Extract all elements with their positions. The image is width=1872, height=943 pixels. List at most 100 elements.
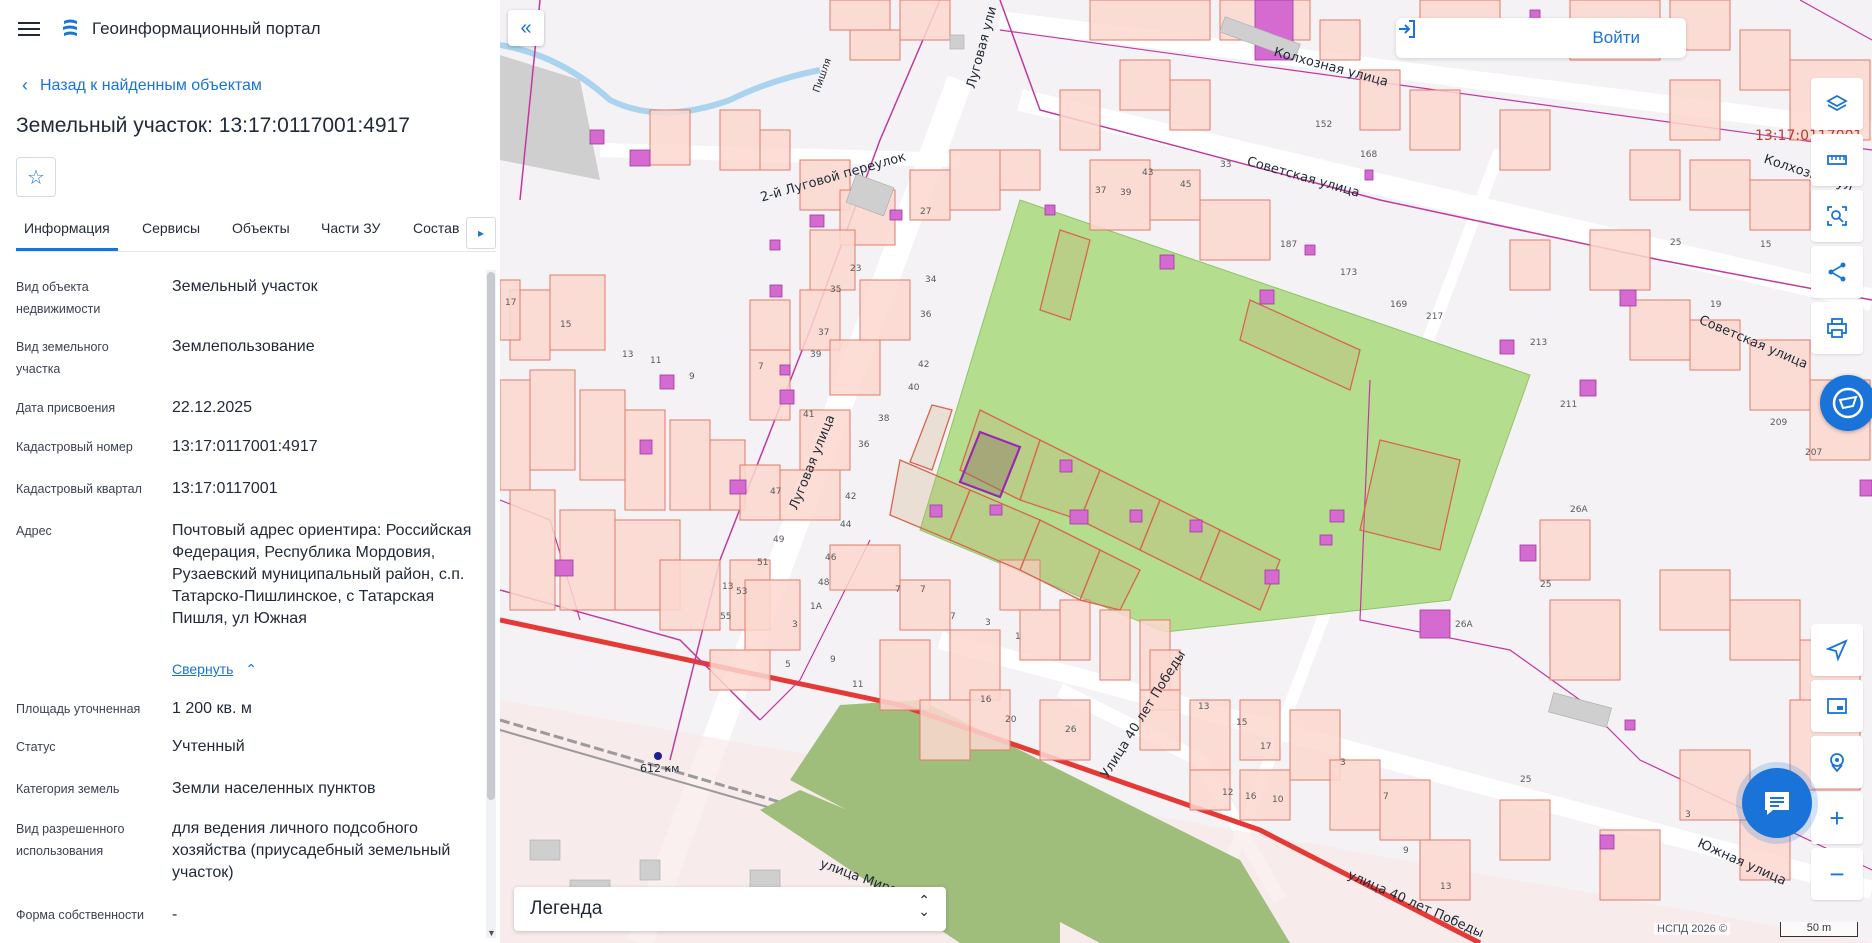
- layers-icon: [1826, 94, 1848, 112]
- minimap-button[interactable]: [1811, 680, 1863, 732]
- house-number: 3: [792, 620, 798, 630]
- print-button[interactable]: [1811, 302, 1863, 354]
- house-number: 173: [1340, 268, 1358, 278]
- chevron-left-icon: ‹: [22, 75, 28, 95]
- house-number: 26: [1065, 725, 1077, 735]
- tab-parts[interactable]: Части ЗУ: [321, 220, 380, 236]
- property-label: Вид объекта недвижимости: [16, 280, 101, 316]
- collapse-address-link[interactable]: Свернуть ⌃: [172, 658, 472, 680]
- house-number: 217: [1426, 312, 1444, 322]
- house-number: 16: [980, 695, 992, 705]
- chat-button[interactable]: [1742, 768, 1812, 838]
- house-number: 3: [1340, 758, 1346, 768]
- house-number: 25: [1670, 238, 1682, 248]
- house-number: 211: [1560, 400, 1578, 410]
- house-number: 9: [1403, 846, 1409, 856]
- legend-label: Легенда: [530, 898, 603, 919]
- back-link[interactable]: ‹ Назад к найденным объектам: [22, 75, 262, 96]
- map-canvas[interactable]: [500, 0, 1872, 943]
- house-number: 9: [830, 655, 836, 665]
- login-icon[interactable]: [1396, 18, 1418, 40]
- select-area-button[interactable]: [1811, 190, 1863, 242]
- share-icon: [1828, 262, 1846, 282]
- house-number: 39: [1120, 188, 1132, 198]
- house-number: 1А: [810, 602, 822, 612]
- house-number: 55: [720, 612, 732, 622]
- property-label: Вид земельного участка: [16, 340, 109, 376]
- house-number: 7: [950, 612, 956, 622]
- house-number: 48: [818, 578, 830, 588]
- house-number: 7: [895, 585, 901, 595]
- property-value: Земли населенных пунктов: [172, 780, 376, 797]
- zoom-out-button[interactable]: −: [1811, 848, 1863, 900]
- share-button[interactable]: [1811, 246, 1863, 298]
- house-number: 13: [722, 582, 734, 592]
- house-number: 7: [1383, 792, 1389, 802]
- portal-logo-icon: [63, 19, 77, 36]
- house-number: 15: [1236, 718, 1248, 728]
- tab-info[interactable]: Информация: [24, 220, 110, 236]
- login-button[interactable]: Войти: [1592, 28, 1640, 48]
- house-number: 1: [1015, 632, 1021, 642]
- collapse-link-label[interactable]: Свернуть: [172, 661, 233, 677]
- house-number: 36: [920, 310, 932, 320]
- tab-services[interactable]: Сервисы: [142, 220, 200, 236]
- plus-icon: +: [1829, 802, 1845, 833]
- chevron-up-icon: ⌃: [245, 661, 258, 677]
- tab-bar: Информация Сервисы Объекты Части ЗУ Сост…: [16, 213, 496, 252]
- tabs-scroll-right-button[interactable]: ▸: [466, 217, 496, 249]
- legend-button[interactable]: Легенда ⌃ ⌄: [514, 887, 946, 931]
- geolocation-button[interactable]: [1811, 624, 1863, 676]
- house-number: 25: [1520, 775, 1532, 785]
- tab-composition[interactable]: Состав: [413, 220, 459, 236]
- property-value: для ведения личного подсобного хозяйства…: [172, 820, 451, 881]
- measure-button[interactable]: [1811, 134, 1863, 186]
- portal-name: Геоинформационный портал: [92, 19, 321, 38]
- back-link-label: Назад к найденным объектам: [40, 76, 262, 94]
- layers-button[interactable]: [1811, 78, 1863, 130]
- house-number: 38: [878, 414, 890, 424]
- house-number: 7: [758, 362, 764, 372]
- house-number: 11: [852, 680, 864, 690]
- property-value: 22.12.2025: [172, 399, 253, 416]
- house-number: 169: [1390, 300, 1408, 310]
- house-number: 213: [1530, 338, 1548, 348]
- property-label: Вид разрешенного использования: [16, 822, 125, 858]
- menu-icon[interactable]: [18, 18, 40, 38]
- assistant-button[interactable]: [1820, 375, 1872, 431]
- house-number: 17: [1260, 742, 1272, 752]
- house-number: 3: [985, 618, 991, 628]
- property-value: Землепользование: [172, 338, 315, 355]
- chat-icon: [1765, 792, 1789, 815]
- house-number: 11: [650, 356, 662, 366]
- property-value: -: [172, 906, 178, 923]
- collapse-panel-button[interactable]: «: [508, 10, 544, 46]
- house-number: 16: [1245, 792, 1257, 802]
- favorite-button[interactable]: ☆: [16, 157, 56, 197]
- minus-icon: −: [1829, 858, 1845, 889]
- tab-objects[interactable]: Объекты: [232, 220, 290, 236]
- km-label: 612 км: [640, 762, 680, 775]
- panel-scrollbar[interactable]: [486, 270, 496, 938]
- house-number: 209: [1770, 418, 1788, 428]
- house-number: 53: [736, 587, 748, 597]
- house-number: 12: [1222, 788, 1234, 798]
- copyright: НСПД 2026 ©: [1654, 923, 1730, 935]
- property-label: Дата присвоения: [16, 401, 116, 415]
- house-number: 207: [1805, 448, 1823, 458]
- house-number: 27: [920, 207, 932, 217]
- house-number: 15: [560, 320, 572, 330]
- zoom-in-button[interactable]: +: [1811, 792, 1863, 844]
- property-value: Земельный участок: [172, 278, 318, 295]
- scrollbar-thumb[interactable]: [487, 272, 495, 800]
- scroll-down-icon[interactable]: ▼: [487, 928, 496, 938]
- minimap-icon: [1827, 698, 1847, 714]
- house-number: 36: [858, 440, 870, 450]
- house-number: 45: [1180, 180, 1192, 190]
- property-value: 1 200 кв. м: [172, 700, 252, 717]
- location-pin-button[interactable]: [1811, 736, 1863, 788]
- properties-list: Вид объекта недвижимости Земельный участ…: [0, 262, 484, 943]
- map-view[interactable]: Колхозная улица Колхозная ул Советская у…: [500, 0, 1872, 943]
- property-value: 13:17:0117001:4917: [172, 438, 318, 455]
- house-number: 168: [1360, 150, 1378, 160]
